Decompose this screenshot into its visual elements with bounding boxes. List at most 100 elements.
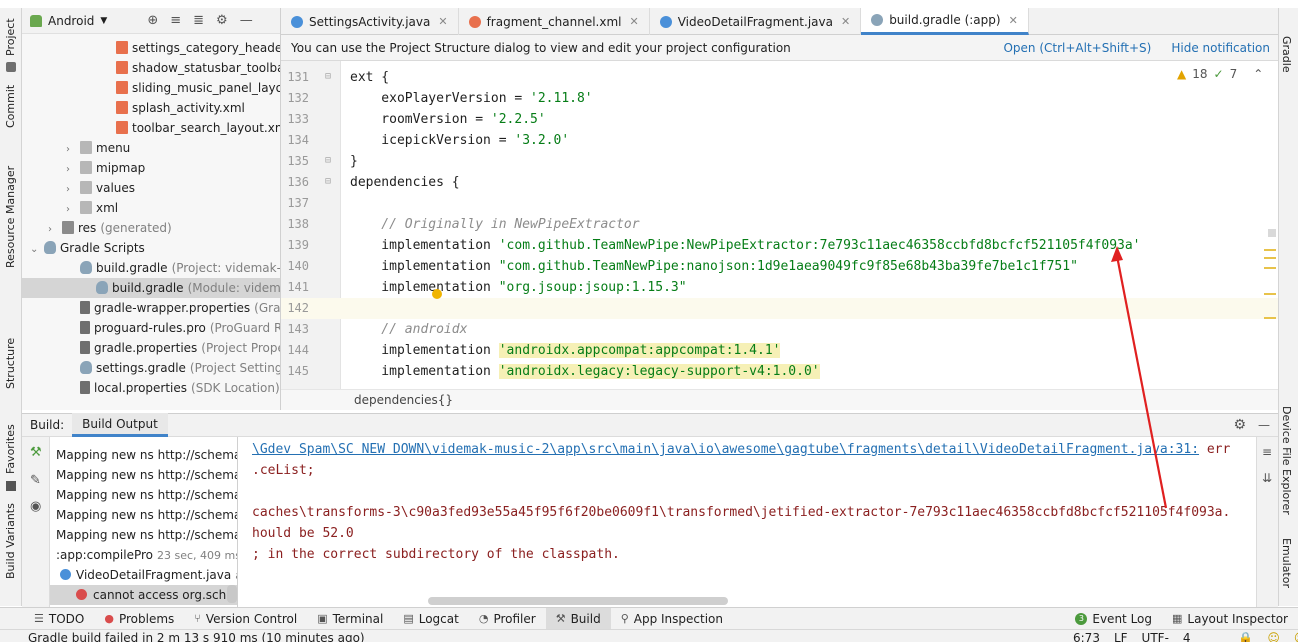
- build-tree-item[interactable]: Mapping new ns http://schema: [50, 525, 237, 545]
- code-line[interactable]: 135}: [281, 151, 1278, 172]
- code-line[interactable]: 133 roomVersion = '2.2.5': [281, 109, 1278, 130]
- output-line[interactable]: hould be 52.0: [252, 523, 354, 544]
- build-tree-item[interactable]: VideoDetailFragment.javaap: [50, 565, 237, 585]
- hammer-icon[interactable]: ⚒: [30, 445, 42, 460]
- tool-button-terminal[interactable]: ▣ Terminal: [307, 608, 393, 630]
- hide-notification-link[interactable]: Hide notification: [1171, 41, 1270, 55]
- editor-tab[interactable]: VideoDetailFragment.java ✕: [650, 8, 862, 35]
- close-icon[interactable]: ✕: [841, 15, 850, 28]
- code-line[interactable]: 132 exoPlayerVersion = '2.11.8': [281, 88, 1278, 109]
- build-tree-item[interactable]: Mapping new ns http://schema: [50, 505, 237, 525]
- build-tree-item[interactable]: :app:compilePro 23 sec, 409 ms: [50, 545, 237, 565]
- project-tree-item[interactable]: sliding_music_panel_layout.xm: [102, 78, 280, 98]
- project-tree-item[interactable]: local.properties (SDK Location): [66, 378, 280, 398]
- minimize-icon[interactable]: —: [240, 13, 253, 28]
- resource-manager-tool-tab[interactable]: Resource Manager: [0, 166, 22, 278]
- project-tree-item[interactable]: gradle-wrapper.properties(Gradle Ver: [66, 298, 280, 318]
- close-icon[interactable]: ✕: [630, 15, 639, 28]
- project-tree-item[interactable]: gradle.properties(Project Properties): [66, 338, 280, 358]
- build-tree-item[interactable]: Mapping new ns http://schema: [50, 465, 237, 485]
- expand-all-icon[interactable]: ≡: [170, 13, 181, 28]
- emulator-tool-tab[interactable]: Emulator: [1278, 536, 1298, 596]
- code-line[interactable]: 131 ext {: [281, 67, 1278, 88]
- output-line[interactable]: ; in the correct subdirectory of the cla…: [252, 544, 620, 565]
- code-line[interactable]: 136 dependencies {: [281, 172, 1278, 193]
- eye-icon[interactable]: ◉: [30, 499, 41, 514]
- build-variants-tool-tab[interactable]: Build Variants: [0, 503, 22, 593]
- project-tree-item[interactable]: proguard-rules.pro(ProGuard Rules f: [66, 318, 280, 338]
- project-tool-tab[interactable]: Project: [0, 12, 22, 72]
- locate-icon[interactable]: ⊕: [147, 13, 158, 28]
- editor-tab[interactable]: SettingsActivity.java ✕: [281, 8, 459, 35]
- chevron-icon[interactable]: ⌄: [30, 240, 44, 260]
- code-line[interactable]: 144 implementation 'androidx.appcompat:a…: [281, 340, 1278, 361]
- output-horizontal-scrollbar[interactable]: [428, 597, 728, 605]
- file-encoding[interactable]: UTF-8: [1142, 630, 1169, 642]
- tool-button-layout-inspector[interactable]: ▦ Layout Inspector: [1162, 608, 1298, 630]
- code-line[interactable]: 138 // Originally in NewPipeExtractor: [281, 214, 1278, 235]
- build-tree-item[interactable]: Mapping new ns http://schema: [50, 485, 237, 505]
- chevron-down-icon[interactable]: ▼: [100, 16, 107, 26]
- breadcrumb[interactable]: dependencies{}: [281, 389, 1278, 410]
- smile-icon[interactable]: ☺: [1267, 630, 1280, 642]
- structure-tool-tab[interactable]: Structure: [0, 333, 22, 393]
- editor-tab[interactable]: build.gradle (:app) ✕: [861, 8, 1029, 35]
- tool-button-list[interactable]: ☰ TODO: [24, 608, 94, 630]
- output-line[interactable]: .ceList;: [252, 460, 315, 481]
- favorites-tool-tab[interactable]: Favorites: [0, 418, 22, 491]
- code-line[interactable]: 141 implementation "org.jsoup:jsoup:1.15…: [281, 277, 1278, 298]
- project-tree-item[interactable]: ⌄ Gradle Scripts: [30, 238, 149, 258]
- inspection-widget[interactable]: ▲ 18 ✓ 7 ⌃ ⌄: [1177, 67, 1278, 81]
- gradle-tool-tab[interactable]: Gradle: [1278, 34, 1298, 84]
- project-tree-item[interactable]: shadow_statusbar_toolbar.xml: [102, 58, 280, 78]
- code-editor[interactable]: ⊟ ⊟ ⊟ 131 ext {132 exoPlayerVersion = '2.11…: [281, 61, 1278, 389]
- chevron-icon[interactable]: ›: [66, 160, 80, 180]
- code-line[interactable]: 142: [281, 298, 1278, 319]
- code-line[interactable]: 139 implementation 'com.github.TeamNewPi…: [281, 235, 1278, 256]
- close-icon[interactable]: ✕: [1009, 14, 1018, 27]
- code-line[interactable]: 134 icepickVersion = '3.2.0': [281, 130, 1278, 151]
- tool-button-logcat[interactable]: ▤ Logcat: [393, 608, 469, 630]
- build-output-console[interactable]: \Gdev Spam\SC NEW DOWN\videmak-music-2\a…: [238, 437, 1256, 607]
- project-tree-item[interactable]: toolbar_search_layout.xml: [102, 118, 280, 138]
- scroll-to-end-icon[interactable]: ⇊: [1262, 471, 1272, 485]
- editor-tab[interactable]: fragment_channel.xml ✕: [459, 8, 650, 35]
- build-tree-scrollbar[interactable]: [227, 585, 237, 603]
- project-tree-item[interactable]: › res (generated): [48, 218, 172, 238]
- tool-button-event-log[interactable]: 3 Event Log: [1065, 608, 1162, 630]
- project-view-selector[interactable]: Android: [48, 14, 94, 28]
- project-tree-item[interactable]: › xml: [66, 198, 122, 218]
- indent-setting[interactable]: 4 spaces: [1183, 630, 1224, 642]
- pin-icon[interactable]: ✎: [30, 473, 41, 488]
- tool-button-error[interactable]: ● Problems: [94, 608, 184, 630]
- intention-bulb-icon[interactable]: [432, 289, 442, 299]
- tool-button-profiler[interactable]: ◔ Profiler: [469, 608, 546, 630]
- open-project-structure-link[interactable]: Open (Ctrl+Alt+Shift+S): [1003, 41, 1151, 55]
- collapse-all-icon[interactable]: ≣: [193, 13, 204, 28]
- code-line[interactable]: 137: [281, 193, 1278, 214]
- tool-button-inspection[interactable]: ⚲ App Inspection: [611, 608, 733, 630]
- project-tree-item[interactable]: › mipmap: [66, 158, 149, 178]
- close-icon[interactable]: ✕: [438, 15, 447, 28]
- status-message[interactable]: Gradle build failed in 2 m 13 s 910 ms (…: [28, 630, 365, 642]
- code-line[interactable]: 145 implementation 'androidx.legacy:lega…: [281, 361, 1278, 382]
- chevron-icon[interactable]: ›: [66, 200, 80, 220]
- soft-wrap-icon[interactable]: ≡: [1262, 445, 1272, 459]
- device-file-explorer-tool-tab[interactable]: Device File Explorer: [1278, 404, 1298, 524]
- build-tree-item[interactable]: cannot access org.schabi: [50, 585, 237, 605]
- project-tree-item[interactable]: settings.gradle(Project Settings): [66, 358, 280, 378]
- editor-scrollbar-markers[interactable]: [1264, 61, 1276, 389]
- output-line[interactable]: \Gdev Spam\SC NEW DOWN\videmak-music-2\a…: [252, 439, 1230, 460]
- project-tree-item[interactable]: splash_activity.xml: [102, 98, 249, 118]
- minimize-icon[interactable]: —: [1258, 418, 1270, 432]
- gear-icon[interactable]: ⚙: [1233, 417, 1246, 433]
- chevron-icon[interactable]: ›: [48, 220, 62, 240]
- output-line[interactable]: caches\transforms-3\c90a3fed93e55a45f95f…: [252, 502, 1230, 523]
- source-file-link[interactable]: \Gdev Spam\SC NEW DOWN\videmak-music-2\a…: [252, 442, 1199, 457]
- project-tree-item[interactable]: build.gradle(Module: videmak-musi: [22, 278, 280, 298]
- line-separator[interactable]: LF: [1114, 630, 1128, 642]
- build-tree-item[interactable]: Mapping new ns http://schema: [50, 445, 237, 465]
- tool-button-branch[interactable]: ⑂ Version Control: [184, 608, 307, 630]
- caret-position[interactable]: 6:73: [1073, 630, 1100, 642]
- project-tree-item[interactable]: › menu: [66, 138, 134, 158]
